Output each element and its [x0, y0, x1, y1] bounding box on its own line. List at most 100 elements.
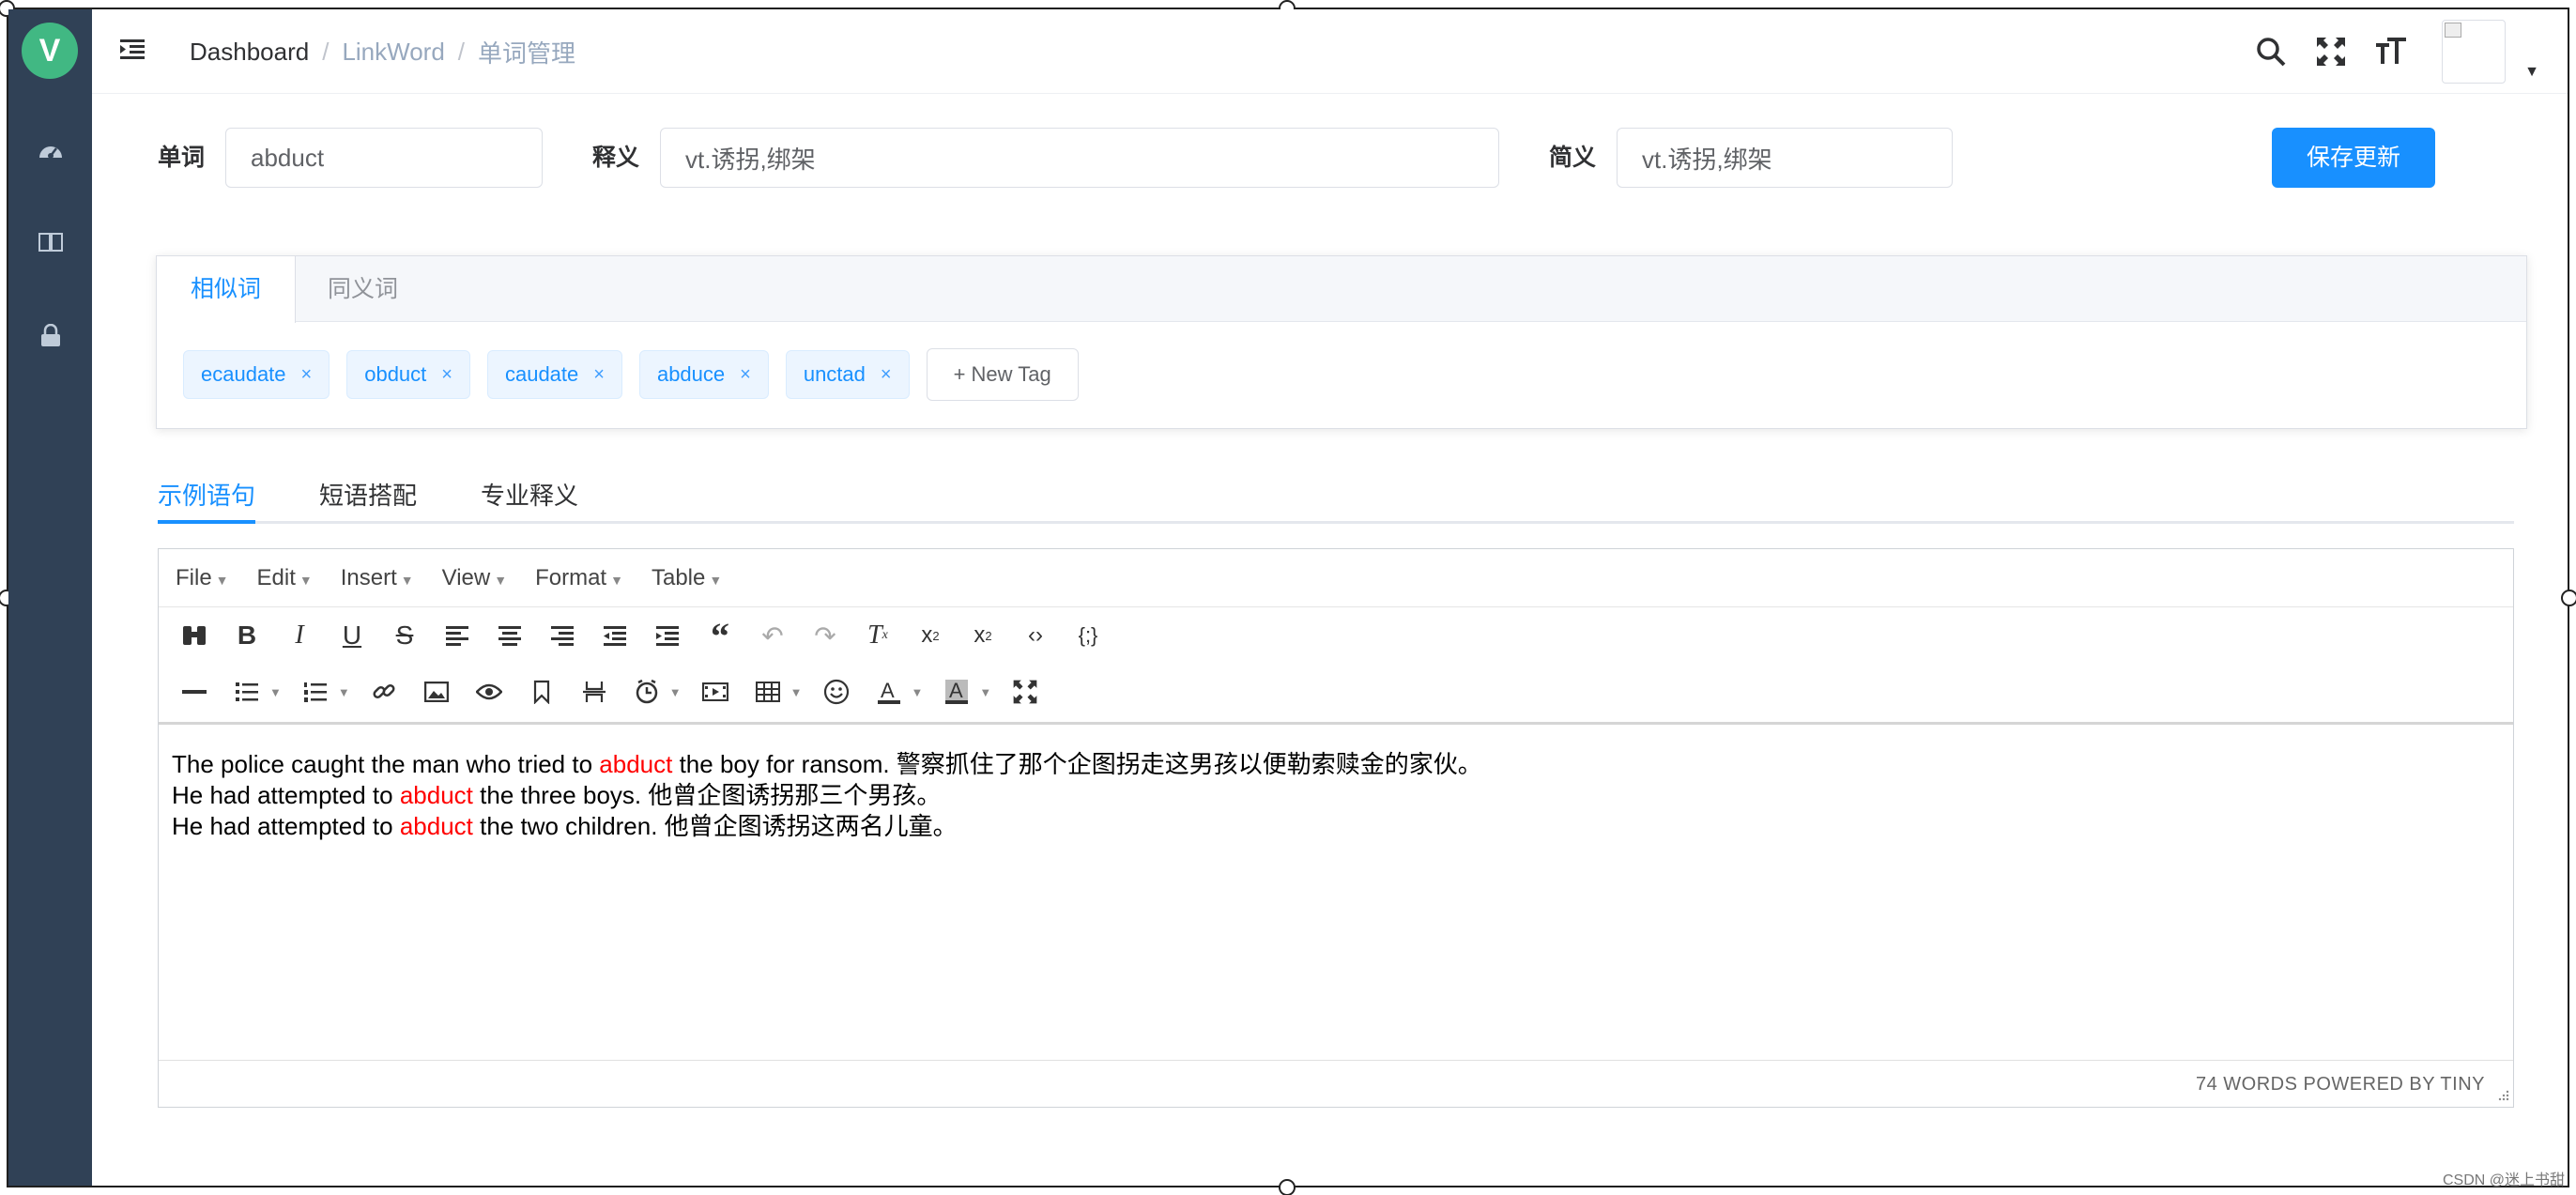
background-color-dropdown-icon[interactable]: ▼: [979, 685, 991, 699]
search-icon[interactable]: [2252, 33, 2290, 70]
menu-view[interactable]: View ▼: [442, 565, 507, 591]
tag-close-icon[interactable]: ×: [740, 351, 751, 398]
tag-label: ecaudate: [201, 362, 286, 386]
tag[interactable]: ecaudate ×: [183, 350, 330, 399]
italic-icon[interactable]: I: [277, 613, 322, 658]
tag[interactable]: obduct ×: [346, 350, 470, 399]
tag[interactable]: caudate ×: [486, 350, 622, 399]
text-color-dropdown-icon[interactable]: ▼: [912, 685, 924, 699]
fullscreen-icon[interactable]: [1003, 669, 1048, 714]
fullscreen-icon[interactable]: [2312, 33, 2350, 70]
align-right-icon[interactable]: [540, 613, 585, 658]
word-input[interactable]: [225, 128, 543, 188]
breadcrumb-linkword[interactable]: LinkWord: [342, 38, 444, 67]
lock-icon[interactable]: [8, 308, 92, 364]
example-sentence: He had attempted to abduct the two child…: [172, 812, 958, 840]
related-words-tabs: 相似词 同义词: [157, 256, 2526, 323]
outdent-icon[interactable]: [592, 613, 637, 658]
resize-handle-icon[interactable]: [2496, 1090, 2509, 1103]
active-tab-underline: [158, 520, 255, 524]
link-icon[interactable]: [361, 669, 406, 714]
clear-formatting-icon[interactable]: Tx: [855, 613, 900, 658]
align-left-icon[interactable]: [435, 613, 480, 658]
frame-handle-right: [2561, 590, 2576, 606]
breadcrumb-separator: /: [322, 37, 330, 66]
undo-icon[interactable]: ↶: [750, 613, 795, 658]
example-sentence: The police caught the man who tried to a…: [172, 750, 1482, 778]
editor-content[interactable]: The police caught the man who tried to a…: [159, 722, 2513, 1062]
tag-label: caudate: [504, 362, 579, 386]
menu-insert[interactable]: Insert ▼: [341, 565, 414, 591]
redo-icon[interactable]: ↷: [803, 613, 848, 658]
tag-close-icon[interactable]: ×: [881, 351, 892, 398]
watermark: CSDN @迷上书甜: [2442, 1172, 2565, 1188]
align-center-icon[interactable]: [487, 613, 532, 658]
page-break-icon[interactable]: [572, 669, 617, 714]
background-color-icon[interactable]: A: [934, 669, 979, 714]
app-logo[interactable]: V: [22, 23, 78, 79]
book-icon[interactable]: [8, 214, 92, 270]
word-label: 单词: [158, 145, 206, 171]
tab-phrases[interactable]: 短语搭配: [319, 477, 417, 512]
numbered-list-dropdown-icon[interactable]: ▼: [338, 685, 350, 699]
highlighted-word: abduct: [599, 750, 673, 778]
code-icon[interactable]: ‹›: [1013, 613, 1058, 658]
horizontal-rule-icon[interactable]: [172, 669, 217, 714]
menu-format[interactable]: Format ▼: [535, 565, 623, 591]
tab-example-sentences[interactable]: 示例语句: [158, 477, 255, 512]
menu-table[interactable]: Table ▼: [652, 565, 722, 591]
bold-icon[interactable]: B: [224, 613, 269, 658]
tag-list: ecaudate × obduct × caudate × abduce × uncta…: [183, 348, 1079, 401]
codesample-icon[interactable]: {;}: [1066, 613, 1111, 658]
strikethrough-icon[interactable]: S: [382, 613, 427, 658]
save-button[interactable]: 保存更新: [2272, 128, 2435, 188]
definition-input[interactable]: [660, 128, 1499, 188]
tag-close-icon[interactable]: ×: [441, 351, 452, 398]
menu-edit[interactable]: Edit ▼: [257, 565, 313, 591]
tab-professional-definition[interactable]: 专业释义: [481, 477, 578, 512]
tab-similar-words[interactable]: 相似词: [157, 256, 297, 323]
breadcrumb-dashboard[interactable]: Dashboard: [190, 38, 309, 67]
underline-icon[interactable]: U: [330, 613, 375, 658]
media-icon[interactable]: [693, 669, 738, 714]
indent-icon[interactable]: [645, 613, 690, 658]
blockquote-icon[interactable]: “: [698, 613, 743, 658]
brief-label: 简义: [1549, 145, 1597, 171]
datetime-dropdown-icon[interactable]: ▼: [669, 685, 682, 699]
bullet-list-dropdown-icon[interactable]: ▼: [269, 685, 282, 699]
image-icon[interactable]: [414, 669, 459, 714]
table-dropdown-icon[interactable]: ▼: [790, 685, 803, 699]
avatar[interactable]: [2442, 20, 2507, 84]
tag[interactable]: abduce ×: [638, 350, 769, 399]
font-size-icon[interactable]: [2372, 33, 2410, 70]
bookmark-icon[interactable]: [519, 669, 564, 714]
emoticons-icon[interactable]: [814, 669, 859, 714]
tag-close-icon[interactable]: ×: [593, 351, 605, 398]
table-icon[interactable]: [745, 669, 790, 714]
editor-toolbar-2: ▼ ▼ ▼ ▼ A ▼ A ▼: [159, 664, 2513, 720]
editor-menubar: File ▼ Edit ▼ Insert ▼ View ▼ Format ▼ Table ▼: [159, 549, 2513, 607]
superscript-icon[interactable]: x2: [960, 613, 1005, 658]
definition-label: 释义: [592, 145, 640, 171]
tab-synonyms[interactable]: 同义词: [294, 256, 432, 323]
hamburger-icon[interactable]: [118, 36, 146, 64]
find-replace-icon[interactable]: [172, 613, 217, 658]
subscript-icon[interactable]: x2: [908, 613, 953, 658]
bullet-list-icon[interactable]: [224, 669, 269, 714]
tag-close-icon[interactable]: ×: [301, 351, 313, 398]
editor-statusbar: 74 WORDS POWERED BY TINY: [159, 1060, 2513, 1107]
preview-eye-icon[interactable]: [467, 669, 512, 714]
new-tag-button[interactable]: + New Tag: [926, 348, 1079, 401]
tag[interactable]: unctad ×: [785, 350, 910, 399]
insert-datetime-icon[interactable]: [624, 669, 669, 714]
brief-input[interactable]: [1617, 128, 1953, 188]
highlighted-word: abduct: [399, 781, 473, 809]
related-words-card: 相似词 同义词 ecaudate × obduct × caudate × abduc…: [156, 255, 2527, 429]
frame-handle-bottom: [1279, 1179, 1296, 1195]
text-color-icon[interactable]: A: [866, 669, 912, 714]
caret-down-icon[interactable]: ▼: [2524, 64, 2539, 81]
numbered-list-icon[interactable]: [293, 669, 338, 714]
dashboard-icon[interactable]: [8, 122, 92, 178]
highlighted-word: abduct: [399, 812, 473, 840]
menu-file[interactable]: File ▼: [176, 565, 229, 591]
